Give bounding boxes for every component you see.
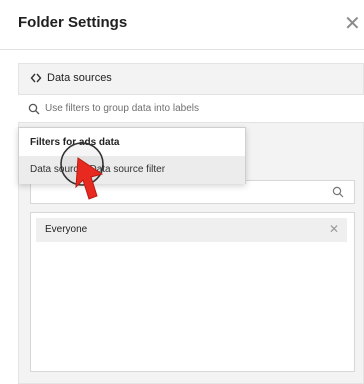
chevrons-icon xyxy=(30,73,42,83)
search-placeholder: Use filters to group data into labels xyxy=(45,103,199,114)
list-item-label: Everyone xyxy=(45,224,88,235)
mouse-pointer-icon xyxy=(60,142,104,200)
dropdown-item-data-source-filter[interactable]: Data source: Data source filter xyxy=(19,156,245,184)
filter-search-input[interactable]: Use filters to group data into labels xyxy=(18,95,364,123)
dialog-title: Folder Settings xyxy=(18,14,128,31)
data-sources-row[interactable]: Data sources xyxy=(18,63,364,95)
filter-dropdown: Filters for ads data Data source: Data s… xyxy=(18,127,246,184)
data-sources-label: Data sources xyxy=(47,72,112,84)
close-icon[interactable]: ✕ xyxy=(344,13,364,35)
remove-icon[interactable]: ✕ xyxy=(329,222,339,236)
dialog-header: Folder Settings ✕ xyxy=(0,0,364,50)
search-icon xyxy=(28,103,40,115)
search-icon xyxy=(332,186,344,198)
list-item[interactable]: Everyone ✕ xyxy=(36,218,347,242)
